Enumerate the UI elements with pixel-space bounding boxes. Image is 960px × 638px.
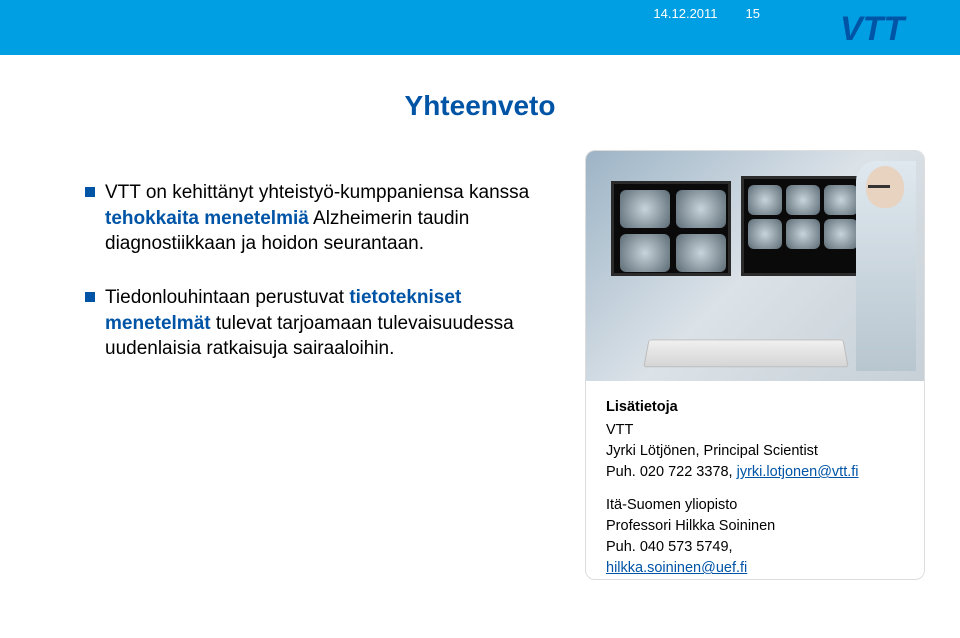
bullet-item: Tiedonlouhintaan perustuvat tietoteknise… [85, 285, 565, 362]
slide-date: 14.12.2011 [653, 6, 717, 21]
contact-phone-line: Puh. 020 722 3378, jyrki.lotjonen@vtt.fi [606, 462, 904, 483]
slide-title: Yhteenveto [0, 90, 960, 122]
contact-box: Lisätietoja VTT Jyrki Lötjönen, Principa… [586, 381, 924, 580]
contact-phone: Puh. 040 573 5749, [606, 537, 904, 558]
contact-person: Professori Hilkka Soininen [606, 516, 904, 537]
contact-org: Itä-Suomen yliopisto [606, 495, 904, 516]
monitor-icon [741, 176, 861, 276]
contact-person: Jyrki Lötjönen, Principal Scientist [606, 441, 904, 462]
person-icon [856, 161, 916, 371]
contact-block-uef: Itä-Suomen yliopisto Professori Hilkka S… [606, 495, 904, 579]
bullet-item: VTT on kehittänyt yhteistyö-kumppaniensa… [85, 180, 565, 257]
contact-block-vtt: VTT Jyrki Lötjönen, Principal Scientist … [606, 420, 904, 483]
slide-page-number: 15 [746, 6, 760, 21]
highlighted-text: tehokkaita menetelmiä [105, 208, 309, 229]
vtt-logo: VTT [802, 2, 932, 57]
contact-phone: Puh. 020 722 3378, [606, 464, 737, 480]
svg-text:VTT: VTT [840, 10, 907, 48]
email-link[interactable]: hilkka.soininen@uef.fi [606, 560, 747, 576]
body-text: VTT on kehittänyt yhteistyö-kumppaniensa… [85, 180, 565, 390]
body-text-span: Tiedonlouhintaan perustuvat [105, 287, 349, 308]
slide-meta: 14.12.2011 15 [653, 6, 760, 21]
contact-org: VTT [606, 420, 904, 441]
contact-heading: Lisätietoja [606, 397, 904, 418]
monitor-icon [611, 181, 731, 276]
email-link[interactable]: jyrki.lotjonen@vtt.fi [737, 464, 859, 480]
body-text-span: VTT on kehittänyt yhteistyö-kumppaniensa… [105, 182, 529, 203]
illustration-panel: Lisätietoja VTT Jyrki Lötjönen, Principa… [585, 150, 925, 580]
keyboard-icon [643, 340, 848, 368]
diagnostic-workstation-photo [586, 151, 924, 381]
vtt-logo-icon: VTT [802, 2, 932, 52]
